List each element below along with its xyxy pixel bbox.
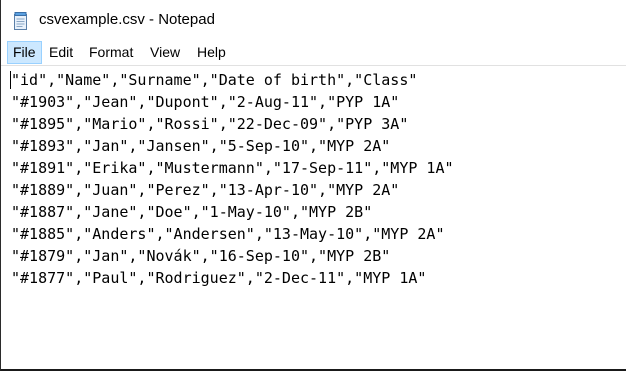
notepad-window: csvexample.csv - Notepad File Edit Forma… (0, 0, 626, 371)
text-line: "#1879","Jan","Novák","16-Sep-10","MYP 2… (11, 247, 391, 265)
window-title: csvexample.csv - Notepad (39, 11, 215, 28)
text-line: "id","Name","Surname","Date of birth","C… (11, 71, 418, 89)
menu-help[interactable]: Help (192, 41, 231, 64)
text-editor[interactable]: "id","Name","Surname","Date of birth","C… (1, 65, 626, 369)
text-line: "#1889","Juan","Perez","13-Apr-10","MYP … (11, 181, 400, 199)
text-line: "#1891","Erika","Mustermann","17-Sep-11"… (11, 159, 454, 177)
text-line: "#1893","Jan","Jansen","5-Sep-10","MYP 2… (11, 137, 391, 155)
menu-view[interactable]: View (145, 41, 185, 64)
menu-bar: File Edit Format View Help (1, 41, 626, 64)
menu-edit[interactable]: Edit (44, 41, 78, 64)
text-line: "#1903","Jean","Dupont","2-Aug-11","PYP … (11, 93, 400, 111)
menu-format[interactable]: Format (84, 41, 138, 64)
title-bar[interactable]: csvexample.csv - Notepad (1, 0, 626, 40)
text-line: "#1885","Anders","Andersen","13-May-10",… (11, 225, 445, 243)
editor-lines: "id","Name","Surname","Date of birth","C… (11, 69, 454, 289)
menu-file[interactable]: File (7, 41, 42, 64)
text-line: "#1877","Paul","Rodriguez","2-Dec-11","M… (11, 269, 427, 287)
notepad-icon (13, 12, 29, 30)
text-line: "#1887","Jane","Doe","1-May-10","MYP 2B" (11, 203, 373, 221)
text-line: "#1895","Mario","Rossi","22-Dec-09","PYP… (11, 115, 409, 133)
